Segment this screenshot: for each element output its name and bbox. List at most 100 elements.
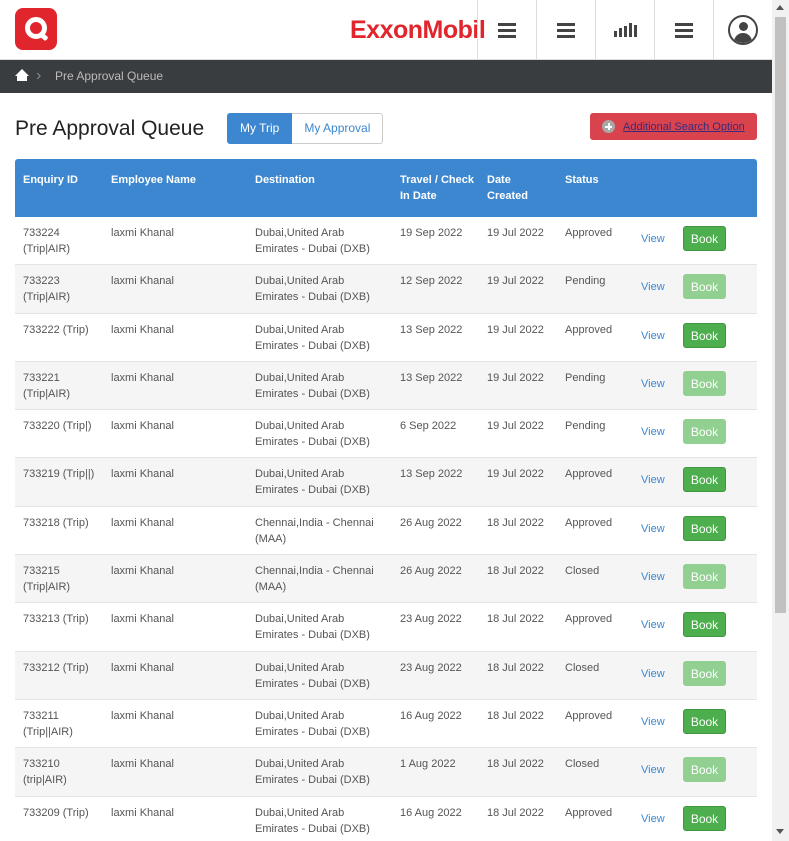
book-button[interactable]: Book — [683, 757, 726, 783]
travel-date: 6 Sep 2022 — [400, 420, 457, 433]
col-enquiry-id[interactable]: Enquiry ID — [23, 172, 78, 188]
col-status[interactable]: Status — [565, 172, 599, 188]
status-text: Pending — [565, 275, 606, 288]
destination: Dubai,United Arab Emirates - Dubai (DXB) — [255, 323, 370, 352]
employee-name: laxmi Khanal — [111, 420, 174, 433]
status-text: Approved — [565, 613, 613, 626]
user-menu[interactable] — [713, 0, 772, 60]
view-link[interactable]: View — [641, 811, 665, 827]
view-link[interactable]: View — [641, 762, 665, 778]
destination: Chennai,India - Chennai (MAA) — [255, 516, 374, 545]
travel-date: 13 Sep 2022 — [400, 323, 463, 336]
view-link[interactable]: View — [641, 231, 665, 247]
scroll-down-icon[interactable] — [776, 829, 784, 834]
enquiry-id: 733219 (Trip||) — [23, 468, 95, 481]
chevron-right-icon: › — [36, 67, 42, 84]
travel-date: 19 Sep 2022 — [400, 227, 463, 239]
date-created: 18 Jul 2022 — [487, 565, 544, 578]
book-button[interactable]: Book — [683, 274, 726, 300]
view-link[interactable]: View — [641, 472, 665, 488]
travel-date: 16 Aug 2022 — [400, 709, 462, 722]
date-created: 19 Jul 2022 — [487, 227, 544, 239]
status-text: Closed — [565, 565, 600, 578]
destination: Dubai,United Arab Emirates - Dubai (DXB) — [255, 420, 370, 449]
date-created: 18 Jul 2022 — [487, 661, 544, 674]
destination: Dubai,United Arab Emirates - Dubai (DXB) — [255, 709, 370, 738]
travel-date: 23 Aug 2022 — [400, 661, 462, 674]
book-button[interactable]: Book — [683, 564, 726, 590]
date-created: 18 Jul 2022 — [487, 613, 544, 626]
table-body: 733224 (Trip|AIR) laxmi Khanal Dubai,Unite… — [15, 217, 757, 841]
status-text: Pending — [565, 371, 606, 384]
additional-search-button[interactable]: Additional Search Option — [590, 113, 757, 140]
employee-name: laxmi Khanal — [111, 806, 174, 819]
book-button[interactable]: Book — [683, 805, 726, 831]
col-employee-name[interactable]: Employee Name — [111, 172, 196, 188]
status-text: Approved — [565, 806, 613, 819]
employee-name: laxmi Khanal — [111, 709, 174, 722]
app-logo-icon[interactable] — [15, 8, 57, 50]
view-link[interactable]: View — [641, 376, 665, 392]
book-button[interactable]: Book — [683, 419, 726, 445]
destination: Dubai,United Arab Emirates - Dubai (DXB) — [255, 468, 370, 497]
enquiry-id: 733215 (Trip|AIR) — [23, 565, 71, 594]
col-date-created[interactable]: Date Created — [487, 172, 532, 204]
travel-date: 12 Sep 2022 — [400, 275, 463, 288]
view-link[interactable]: View — [641, 521, 665, 537]
col-destination[interactable]: Destination — [255, 172, 315, 188]
view-link[interactable]: View — [641, 714, 665, 730]
employee-name: laxmi Khanal — [111, 323, 174, 336]
destination: Dubai,United Arab Emirates - Dubai (DXB) — [255, 227, 370, 255]
date-created: 19 Jul 2022 — [487, 468, 544, 481]
employee-name: laxmi Khanal — [111, 758, 174, 771]
book-button[interactable]: Book — [683, 708, 726, 734]
table-row: 733213 (Trip) laxmi Khanal Dubai,United Ar… — [15, 603, 757, 652]
status-text: Closed — [565, 661, 600, 674]
status-text: Approved — [565, 468, 613, 481]
tab-my-trip[interactable]: My Trip — [227, 113, 293, 144]
book-button[interactable]: Book — [683, 515, 726, 541]
view-toggle: My Trip My Approval — [227, 113, 384, 144]
col-travel-date[interactable]: Travel / Check In Date — [400, 172, 475, 204]
employee-name: laxmi Khanal — [111, 227, 174, 239]
status-text: Approved — [565, 709, 613, 722]
employee-name: laxmi Khanal — [111, 565, 174, 578]
scroll-thumb[interactable] — [775, 17, 786, 613]
enquiry-id: 733221 (Trip|AIR) — [23, 371, 71, 400]
more-menu-icon[interactable] — [654, 0, 713, 60]
table-row: 733224 (Trip|AIR) laxmi Khanal Dubai,Unite… — [15, 217, 757, 266]
table-row: 733219 (Trip||) laxmi Khanal Dubai,United … — [15, 458, 757, 507]
view-link[interactable]: View — [641, 617, 665, 633]
home-icon[interactable] — [15, 69, 29, 83]
destination: Dubai,United Arab Emirates - Dubai (DXB) — [255, 661, 370, 690]
view-link[interactable]: View — [641, 666, 665, 682]
book-button[interactable]: Book — [683, 322, 726, 348]
book-button[interactable]: Book — [683, 660, 726, 686]
scroll-up-icon[interactable] — [776, 5, 784, 10]
book-button[interactable]: Book — [683, 612, 726, 638]
destination: Dubai,United Arab Emirates - Dubai (DXB) — [255, 758, 370, 787]
chart-icon[interactable] — [595, 0, 654, 60]
book-button[interactable]: Book — [683, 226, 726, 251]
book-button[interactable]: Book — [683, 370, 726, 396]
list-icon[interactable] — [536, 0, 595, 60]
book-button[interactable]: Book — [683, 467, 726, 493]
tab-my-approval[interactable]: My Approval — [292, 113, 384, 144]
employee-name: laxmi Khanal — [111, 468, 174, 481]
destination: Dubai,United Arab Emirates - Dubai (DXB) — [255, 371, 370, 400]
table-row: 733211 (Trip||AIR) laxmi Khanal Dubai,Unit… — [15, 699, 757, 749]
status-text: Approved — [565, 323, 613, 336]
enquiry-id: 733224 (Trip|AIR) — [23, 227, 71, 255]
enquiry-id: 733210 (trip|AIR) — [23, 758, 67, 787]
enquiry-id: 733212 (Trip) — [23, 661, 89, 674]
view-link[interactable]: View — [641, 328, 665, 344]
view-link[interactable]: View — [641, 424, 665, 440]
app-root: ExxonMobil › Pre Approval Queue Pre Appr… — [0, 0, 789, 841]
view-link[interactable]: View — [641, 279, 665, 295]
view-link[interactable]: View — [641, 569, 665, 585]
menu-icon[interactable] — [477, 0, 536, 60]
enquiry-id: 733209 (Trip) — [23, 806, 89, 819]
employee-name: laxmi Khanal — [111, 516, 174, 529]
scrollbar[interactable] — [772, 0, 789, 841]
table-row: 733220 (Trip|) laxmi Khanal Dubai,United A… — [15, 410, 757, 459]
